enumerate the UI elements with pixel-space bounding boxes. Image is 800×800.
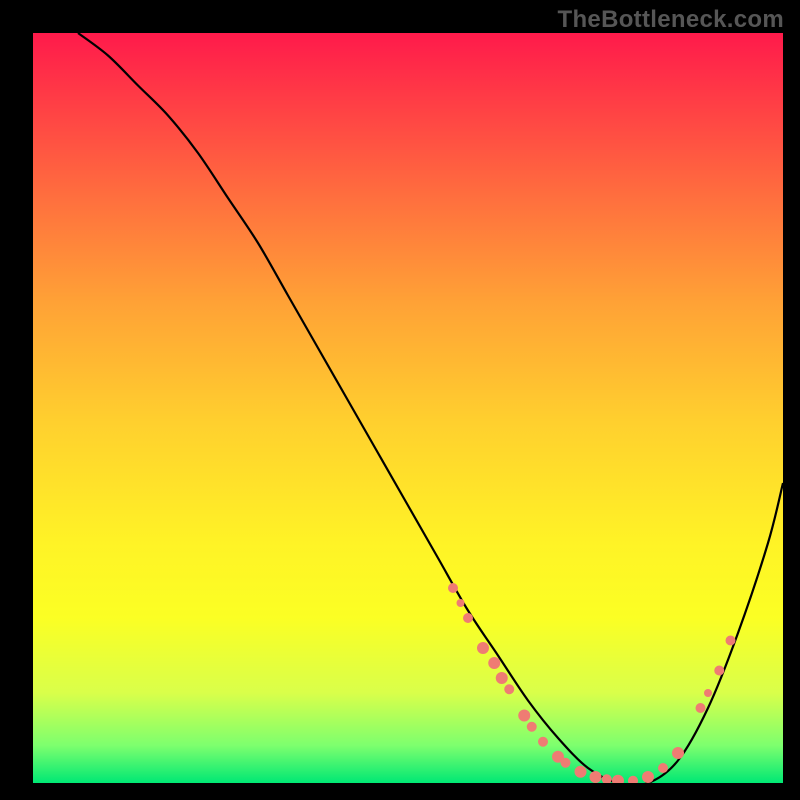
curve-marker [496, 672, 508, 684]
curve-marker [704, 689, 712, 697]
bottleneck-curve-path [78, 33, 783, 783]
curve-marker [561, 758, 571, 768]
curve-marker [477, 642, 489, 654]
curve-marker [696, 703, 706, 713]
watermark-text: TheBottleneck.com [558, 6, 784, 34]
chart-frame: TheBottleneck.com [0, 0, 800, 800]
curve-marker [726, 636, 736, 646]
curve-marker [628, 776, 638, 783]
curve-marker [672, 747, 684, 759]
chart-plot-area [33, 33, 783, 783]
curve-marker [714, 666, 724, 676]
curve-marker [448, 583, 458, 593]
curve-marker [504, 684, 514, 694]
curve-marker [590, 771, 602, 783]
curve-marker [602, 774, 612, 783]
curve-marker [612, 775, 624, 783]
curve-marker [642, 771, 654, 783]
marker-group [448, 583, 736, 783]
curve-marker [527, 722, 537, 732]
curve-marker [575, 766, 587, 778]
curve-marker [463, 613, 473, 623]
curve-marker [518, 710, 530, 722]
curve-marker [457, 599, 465, 607]
curve-marker [658, 763, 668, 773]
curve-marker [538, 737, 548, 747]
chart-svg [33, 33, 783, 783]
curve-marker [488, 657, 500, 669]
